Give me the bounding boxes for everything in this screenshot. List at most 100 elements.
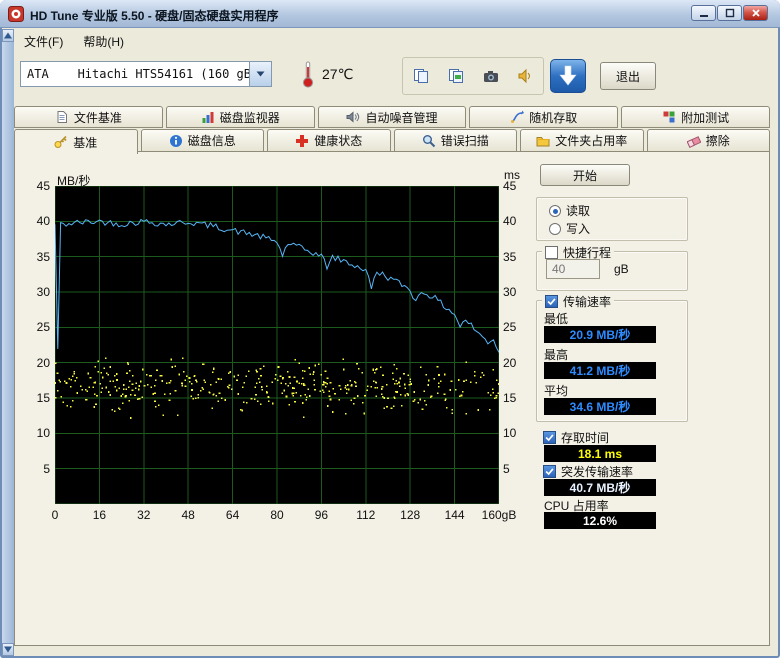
minimize-button[interactable] — [691, 5, 716, 21]
copy-image-icon — [448, 69, 463, 83]
disk-monitor-icon — [202, 112, 214, 123]
menu-item-file[interactable]: 文件(F) — [14, 29, 73, 54]
access-time-label: 存取时间 — [561, 431, 610, 445]
check-icon — [545, 468, 554, 476]
disk-info-icon — [169, 134, 182, 147]
tab-row-bottom: 基准 磁盘信息 健康状态 错误扫描 文件夹占用率 擦除 — [14, 129, 770, 154]
tab-folder-usage[interactable]: 文件夹占用率 — [520, 129, 644, 152]
copy-icon — [413, 69, 428, 83]
drive-select[interactable]: ATA Hitachi HTS54161 (160 gB) — [20, 61, 272, 87]
burst-rate-label: 突发传输速率 — [561, 465, 634, 479]
error-scan-magnifier-icon — [422, 134, 435, 147]
cpu-usage-value: 12.6% — [544, 512, 656, 529]
download-arrow-icon — [559, 65, 577, 86]
tab-erase[interactable]: 擦除 — [646, 129, 770, 152]
start-button-label: 开始 — [572, 168, 597, 183]
y-axis-unit-right: ms — [504, 168, 520, 182]
tab-benchmark[interactable]: 基准 — [14, 129, 138, 154]
tab-label: 文件夹占用率 — [555, 134, 628, 148]
check-icon — [545, 434, 554, 442]
minimize-icon — [699, 15, 708, 17]
arrow-down-icon — [4, 646, 12, 653]
extra-tests-icon — [663, 111, 675, 123]
tab-label: 附加测试 — [681, 110, 730, 125]
benchmark-key-icon — [54, 135, 67, 148]
random-access-icon — [511, 110, 525, 123]
tab-label: 健康状态 — [314, 134, 363, 148]
acoustic-button[interactable] — [511, 61, 541, 91]
acoustic-speaker-icon — [346, 111, 360, 123]
file-benchmark-icon — [57, 111, 67, 123]
menu-item-help[interactable]: 帮助(H) — [73, 29, 134, 54]
tab-label: 基准 — [73, 135, 98, 150]
max-label: 最高 — [544, 348, 569, 362]
download-button[interactable] — [550, 59, 586, 93]
tab-row-top: 文件基准 磁盘监视器 自动噪音管理 随机存取 附加测试 — [14, 106, 770, 128]
tab-label: 擦除 — [705, 134, 730, 148]
y-axis-unit-left: MB/秒 — [57, 174, 91, 188]
speaker-icon — [518, 68, 530, 84]
burst-rate-checkbox-box — [543, 465, 556, 478]
drive-select-arrow[interactable] — [249, 62, 271, 86]
transfer-rate-checkbox[interactable]: 传输速率 — [542, 293, 615, 310]
avg-label: 平均 — [544, 384, 569, 398]
tab-auto-acoustic[interactable]: 自动噪音管理 — [317, 106, 467, 128]
transfer-rate-checkbox-box — [545, 295, 558, 308]
burst-rate-checkbox[interactable]: 突发传输速率 — [540, 463, 637, 480]
health-cross-icon — [296, 134, 309, 147]
access-time-value: 18.1 ms — [544, 445, 656, 462]
chevron-down-icon — [256, 71, 265, 77]
shortstroke-unit-label: gB — [614, 262, 629, 276]
access-time-checkbox-box — [543, 431, 556, 444]
min-value: 20.9 MB/秒 — [544, 326, 656, 343]
tab-extra-tests[interactable]: 附加测试 — [621, 106, 770, 128]
tab-error-scan[interactable]: 错误扫描 — [393, 129, 517, 152]
write-radio-label: 写入 — [566, 222, 591, 236]
close-button[interactable] — [743, 5, 768, 21]
temperature-label: 27℃ — [322, 66, 354, 82]
tab-label: 文件基准 — [73, 110, 122, 125]
erase-icon — [686, 135, 701, 148]
title-bar[interactable]: HD Tune 专业版 5.50 - 硬盘/固态硬盘实用程序 — [0, 0, 780, 28]
drive-select-value: ATA Hitachi HTS54161 (160 gB) — [27, 67, 249, 81]
folder-usage-icon — [536, 136, 550, 146]
camera-icon — [483, 71, 498, 82]
tab-disk-monitor[interactable]: 磁盘监视器 — [165, 106, 315, 128]
exit-button[interactable]: 退出 — [600, 62, 656, 90]
arrow-up-icon — [4, 32, 12, 39]
screenshot-button[interactable] — [476, 61, 506, 91]
write-radio[interactable]: 写入 — [546, 220, 594, 237]
read-radio-circle — [549, 204, 561, 217]
tab-disk-info[interactable]: 磁盘信息 — [140, 129, 264, 152]
thermometer-icon — [302, 61, 314, 88]
tab-health[interactable]: 健康状态 — [267, 129, 391, 152]
scroll-up-button[interactable] — [2, 29, 14, 42]
start-button[interactable]: 开始 — [540, 164, 630, 186]
tab-label: 错误扫描 — [440, 134, 489, 148]
close-icon — [751, 9, 760, 17]
maximize-icon — [725, 8, 734, 18]
write-radio-circle — [549, 222, 561, 235]
check-icon — [547, 298, 556, 306]
read-radio-label: 读取 — [566, 204, 591, 218]
avg-value: 34.6 MB/秒 — [544, 398, 656, 415]
tab-file-benchmark[interactable]: 文件基准 — [14, 106, 163, 128]
scroll-down-button[interactable] — [2, 643, 14, 656]
benchmark-chart — [54, 185, 500, 505]
toolbar-icon-group — [402, 57, 544, 95]
access-time-checkbox[interactable]: 存取时间 — [540, 429, 613, 446]
min-label: 最低 — [544, 312, 569, 326]
burst-rate-value: 40.7 MB/秒 — [544, 479, 656, 496]
shortstroke-input[interactable] — [546, 259, 600, 279]
menu-bar: 文件(F) 帮助(H) — [14, 29, 778, 53]
left-scrollbar[interactable] — [2, 29, 14, 656]
read-radio[interactable]: 读取 — [546, 202, 594, 219]
copy-text-button[interactable] — [406, 61, 436, 91]
tab-random-access[interactable]: 随机存取 — [469, 106, 619, 128]
tab-label: 磁盘监视器 — [219, 110, 280, 125]
maximize-button[interactable] — [717, 5, 742, 21]
app-window: HD Tune 专业版 5.50 - 硬盘/固态硬盘实用程序 文件(F) 帮助(… — [0, 0, 780, 658]
tab-label: 磁盘信息 — [187, 134, 236, 148]
app-icon — [8, 6, 24, 22]
copy-image-button[interactable] — [441, 61, 471, 91]
